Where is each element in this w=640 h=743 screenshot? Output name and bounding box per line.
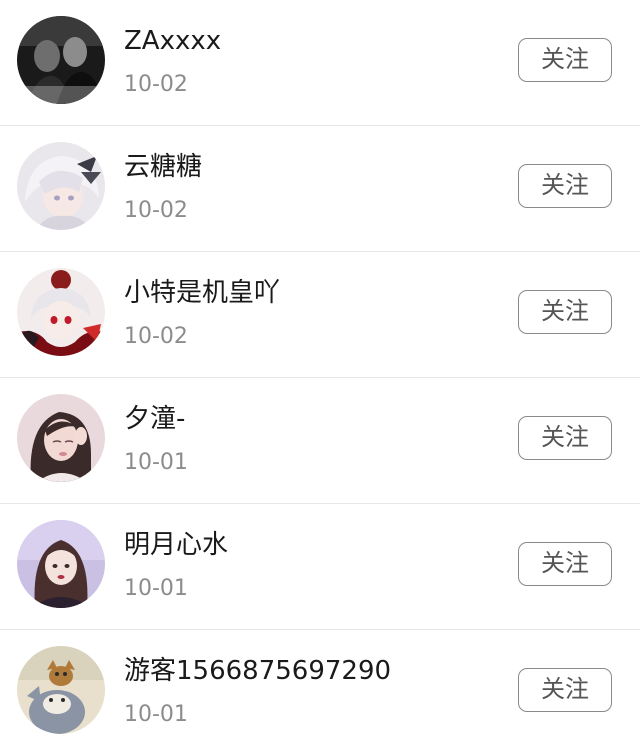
avatar-image	[17, 394, 105, 482]
avatar-image	[17, 520, 105, 608]
avatar-image	[17, 142, 105, 230]
user-name[interactable]: 夕潼-	[124, 402, 185, 436]
follow-button[interactable]: 关注	[518, 290, 612, 334]
avatar[interactable]	[17, 16, 105, 104]
user-name[interactable]: 云糖糖	[124, 150, 202, 184]
avatar[interactable]	[17, 520, 105, 608]
avatar-image	[17, 16, 105, 104]
user-name[interactable]: 明月心水	[124, 528, 228, 562]
list-item[interactable]: 游客1566875697290 10-01 关注	[0, 630, 640, 743]
avatar[interactable]	[17, 142, 105, 230]
list-item[interactable]: 夕潼- 10-01 关注	[0, 378, 640, 504]
list-item[interactable]: ZAxxxx 10-02 关注	[0, 0, 640, 126]
user-name[interactable]: 游客1566875697290	[124, 654, 391, 688]
list-item[interactable]: 小特是机皇吖 10-02 关注	[0, 252, 640, 378]
follower-list: ZAxxxx 10-02 关注 云糖糖 10-02 关注 小特是机皇吖 10-0…	[0, 0, 640, 743]
follow-button[interactable]: 关注	[518, 416, 612, 460]
follow-date: 10-02	[124, 72, 188, 97]
avatar[interactable]	[17, 646, 105, 734]
avatar[interactable]	[17, 268, 105, 356]
follow-date: 10-01	[124, 702, 188, 727]
follow-button[interactable]: 关注	[518, 38, 612, 82]
avatar[interactable]	[17, 394, 105, 482]
follow-button[interactable]: 关注	[518, 668, 612, 712]
avatar-image	[17, 268, 105, 356]
user-name[interactable]: ZAxxxx	[124, 24, 221, 58]
list-item[interactable]: 明月心水 10-01 关注	[0, 504, 640, 630]
avatar-image	[17, 646, 105, 734]
follow-date: 10-02	[124, 324, 188, 349]
user-name[interactable]: 小特是机皇吖	[124, 276, 280, 310]
list-item[interactable]: 云糖糖 10-02 关注	[0, 126, 640, 252]
follow-date: 10-01	[124, 450, 188, 475]
follow-button[interactable]: 关注	[518, 542, 612, 586]
follow-date: 10-02	[124, 198, 188, 223]
follow-button[interactable]: 关注	[518, 164, 612, 208]
follow-date: 10-01	[124, 576, 188, 601]
